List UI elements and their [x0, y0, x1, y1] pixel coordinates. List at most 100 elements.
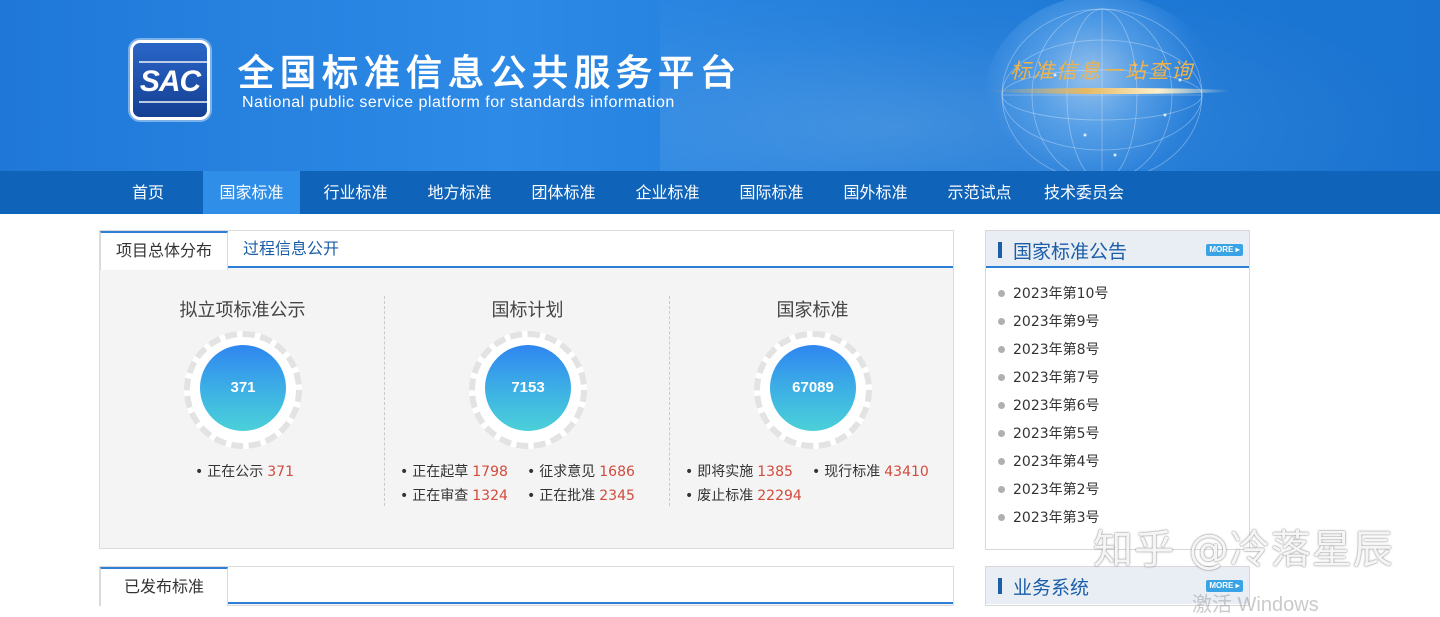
column-title: 国标计划: [491, 300, 564, 321]
logo-text: SAC: [139, 65, 201, 98]
overview-tabs: 项目总体分布 过程信息公开: [100, 231, 953, 270]
bullet-icon: •: [400, 464, 409, 480]
stat-value: 1324: [472, 488, 508, 504]
business-title: 业务系统: [1013, 577, 1090, 599]
bullet-icon: [998, 430, 1005, 437]
nav-item-local[interactable]: 地方标准: [411, 171, 508, 214]
stat-item[interactable]: • 正在起草 1798: [400, 461, 508, 481]
announcement-label: 2023年第5号: [1013, 426, 1100, 442]
logo-stripe: [139, 101, 207, 103]
stat-value: 1385: [757, 464, 793, 480]
stat-value: 1798: [472, 464, 508, 480]
announcement-label: 2023年第7号: [1013, 370, 1100, 386]
bullet-icon: [998, 486, 1005, 493]
column-title: 拟立项标准公示: [179, 300, 306, 321]
stat-label: 正在审查: [412, 488, 469, 504]
bullet-icon: •: [685, 488, 694, 504]
slogan: 标准信息一站查询: [1010, 59, 1194, 83]
stat-item[interactable]: • 正在公示 371: [195, 461, 294, 481]
announcement-item[interactable]: 2023年第8号: [998, 339, 1100, 359]
stat-label: 正在起草: [412, 464, 469, 480]
stat-label: 正在公示: [207, 464, 264, 480]
main-nav: 首页 国家标准 行业标准 地方标准 团体标准 企业标准 国际标准 国外标准 示范…: [0, 171, 1440, 214]
overview-panel: 项目总体分布 过程信息公开 拟立项标准公示 371 • 正在公示 371 国标计划 …: [99, 230, 954, 549]
announcement-item[interactable]: 2023年第2号: [998, 479, 1100, 499]
nav-item-enterprise[interactable]: 企业标准: [619, 171, 716, 214]
bullet-icon: •: [400, 488, 409, 504]
announcement-item[interactable]: 2023年第7号: [998, 367, 1100, 387]
bullet-icon: •: [527, 464, 536, 480]
bullet-icon: •: [195, 464, 204, 480]
announcement-item[interactable]: 2023年第4号: [998, 451, 1100, 471]
bullet-icon: •: [812, 464, 821, 480]
sac-logo[interactable]: SAC: [130, 40, 210, 120]
tab-process-info[interactable]: 过程信息公开: [228, 231, 354, 268]
bullet-icon: [998, 514, 1005, 521]
announcement-item[interactable]: 2023年第6号: [998, 395, 1100, 415]
stat-label: 征求意见: [539, 464, 596, 480]
column-national: 国家标准 67089 • 即将实施 1385 • 现行标准 43410 • 废止标准 222…: [670, 291, 955, 511]
announcement-label: 2023年第9号: [1013, 314, 1100, 330]
stat-item[interactable]: • 废止标准 22294: [685, 485, 802, 505]
stat-label: 正在批准: [539, 488, 596, 504]
bullet-icon: [998, 374, 1005, 381]
stat-value: 22294: [757, 488, 802, 504]
published-tabs: 已发布标准: [100, 567, 953, 606]
stat-label: 现行标准: [824, 464, 881, 480]
announcement-label: 2023年第6号: [1013, 398, 1100, 414]
bullet-icon: •: [685, 464, 694, 480]
stat-value: 1686: [599, 464, 635, 480]
stat-item[interactable]: • 正在审查 1324: [400, 485, 508, 505]
count-circle[interactable]: 7153: [485, 345, 571, 431]
bullet-icon: [998, 402, 1005, 409]
nav-item-international[interactable]: 国际标准: [723, 171, 820, 214]
nav-item-industry[interactable]: 行业标准: [307, 171, 404, 214]
nav-item-committee[interactable]: 技术委员会: [1033, 171, 1135, 214]
bullet-icon: [998, 290, 1005, 297]
stat-value: 371: [267, 464, 294, 480]
stat-item[interactable]: • 现行标准 43410: [812, 461, 929, 481]
bullet-icon: [998, 458, 1005, 465]
announcement-label: 2023年第3号: [1013, 510, 1100, 526]
announcement-title: 国家标准公告: [1013, 241, 1128, 263]
tab-distribution[interactable]: 项目总体分布: [100, 231, 229, 270]
announcement-label: 2023年第10号: [1013, 286, 1109, 302]
nav-item-pilot[interactable]: 示范试点: [931, 171, 1028, 214]
stat-label: 即将实施: [697, 464, 754, 480]
more-button[interactable]: MORE ▸: [1206, 244, 1243, 256]
announcement-label: 2023年第4号: [1013, 454, 1100, 470]
announcement-item[interactable]: 2023年第5号: [998, 423, 1100, 443]
announcement-box: 国家标准公告 MORE ▸ 2023年第10号 2023年第9号 2023年第8…: [985, 230, 1250, 550]
announcement-item[interactable]: 2023年第10号: [998, 283, 1108, 303]
stat-value: 43410: [884, 464, 929, 480]
stat-label: 废止标准: [697, 488, 754, 504]
stat-item[interactable]: • 即将实施 1385: [685, 461, 793, 481]
announcement-label: 2023年第8号: [1013, 342, 1100, 358]
header-bar: [998, 242, 1002, 258]
gold-swoosh: [990, 88, 1230, 94]
site-title: 全国标准信息公共服务平台: [238, 53, 743, 94]
column-title: 国家标准: [776, 300, 849, 321]
announcement-item[interactable]: 2023年第9号: [998, 311, 1100, 331]
header-banner: 标准信息一站查询 SAC 全国标准信息公共服务平台 National publi…: [0, 0, 1440, 171]
nav-item-national[interactable]: 国家标准: [203, 171, 300, 214]
stat-item[interactable]: • 正在批准 2345: [527, 485, 635, 505]
windows-activation-notice: 激活 Windows: [1192, 594, 1319, 616]
count-circle[interactable]: 67089: [770, 345, 856, 431]
logo-stripe: [139, 61, 207, 63]
bullet-icon: [998, 318, 1005, 325]
count-circle[interactable]: 371: [200, 345, 286, 431]
stat-item[interactable]: • 征求意见 1686: [527, 461, 635, 481]
header-bar: [998, 578, 1002, 594]
announcement-label: 2023年第2号: [1013, 482, 1100, 498]
column-proposed: 拟立项标准公示 371 • 正在公示 371: [100, 291, 385, 511]
nav-item-group[interactable]: 团体标准: [515, 171, 612, 214]
site-subtitle: National public service platform for sta…: [242, 94, 675, 111]
published-panel: 已发布标准: [99, 566, 954, 606]
nav-item-home[interactable]: 首页: [115, 171, 181, 214]
nav-item-foreign[interactable]: 国外标准: [827, 171, 924, 214]
announcement-item[interactable]: 2023年第3号: [998, 507, 1100, 527]
bullet-icon: •: [527, 488, 536, 504]
tab-published[interactable]: 已发布标准: [100, 567, 229, 606]
zhihu-watermark: 知乎 @冷落星辰: [1093, 527, 1394, 573]
